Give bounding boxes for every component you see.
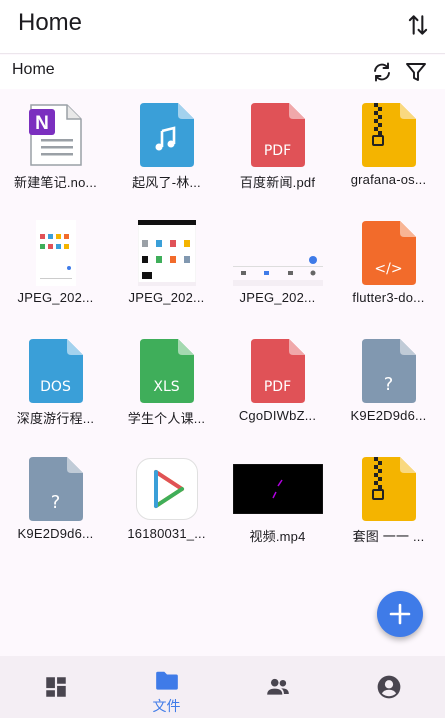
file-name: 视频.mp4 — [249, 529, 306, 544]
dashboard-icon — [46, 677, 66, 697]
file-name: JPEG_202... — [239, 290, 316, 305]
file-name: K9E2D9d6... — [350, 408, 427, 423]
file-name: 学生个人课... — [127, 411, 206, 426]
file-item[interactable]: N 新建笔记.no... — [0, 90, 111, 208]
file-item[interactable]: 套图 一一 ... — [333, 444, 444, 562]
file-item[interactable]: DOS 深度游行程... — [0, 326, 111, 444]
doc-icon: DOS — [28, 339, 83, 403]
file-name: CgoDIWbZ... — [238, 408, 317, 423]
file-grid: N 新建笔记.no... 起风了-林... PDF 百度新闻.pdf grafa… — [0, 90, 445, 650]
file-name: grafana-os... — [350, 172, 427, 187]
file-name: 深度游行程... — [16, 411, 95, 426]
screenshot-thumbnail — [35, 220, 76, 286]
sort-icon[interactable] — [405, 12, 431, 38]
pdf-icon: PDF — [250, 103, 305, 167]
filter-icon[interactable] — [404, 60, 428, 84]
file-name: K9E2D9d6... — [17, 526, 94, 541]
file-name: JPEG_202... — [17, 290, 94, 305]
screenshot-thumbnail — [137, 219, 196, 287]
file-item[interactable]: grafana-os... — [333, 90, 444, 208]
folder-icon — [156, 671, 178, 690]
nav-files[interactable]: 文件 — [111, 656, 222, 718]
file-item[interactable]: JPEG_202... — [222, 208, 333, 326]
breadcrumb[interactable]: Home — [12, 61, 55, 79]
add-icon — [389, 603, 411, 625]
file-item[interactable]: 16180031_... — [111, 444, 222, 562]
account-icon — [377, 675, 401, 699]
file-name: flutter3-do... — [352, 290, 425, 305]
bottom-navigation: 文件 — [0, 656, 445, 718]
people-icon — [267, 678, 289, 695]
nav-dashboard[interactable] — [0, 656, 111, 718]
file-name: 新建笔记.no... — [14, 175, 97, 190]
app-bar: Home — [0, 0, 445, 54]
add-button[interactable] — [377, 591, 423, 637]
file-name: 套图 一一 ... — [352, 529, 425, 544]
music-icon — [139, 103, 194, 167]
file-name: 16180031_... — [127, 526, 206, 541]
video-player-app-icon — [135, 458, 198, 520]
svg-text:N: N — [35, 113, 49, 134]
nav-account[interactable] — [333, 656, 444, 718]
file-name: 起风了-林... — [132, 175, 201, 190]
video-thumbnail — [232, 463, 323, 515]
pdf-icon: PDF — [250, 339, 305, 403]
nav-files-label: 文件 — [152, 698, 181, 714]
path-bar: Home — [0, 55, 445, 89]
refresh-icon[interactable] — [370, 60, 394, 84]
file-item[interactable]: PDF CgoDIWbZ... — [222, 326, 333, 444]
xls-icon: XLS — [139, 339, 194, 403]
code-icon: </> — [361, 221, 416, 285]
file-item[interactable]: 视频.mp4 — [222, 444, 333, 562]
nav-people[interactable] — [222, 656, 333, 718]
zip-icon — [361, 457, 416, 521]
file-name: JPEG_202... — [128, 290, 205, 305]
file-name: 百度新闻.pdf — [239, 175, 316, 190]
file-item[interactable]: 起风了-林... — [111, 90, 222, 208]
unknown-file-icon: ? — [28, 457, 83, 521]
zip-icon — [361, 103, 416, 167]
file-item[interactable]: PDF 百度新闻.pdf — [222, 90, 333, 208]
file-item[interactable]: ? K9E2D9d6... — [0, 444, 111, 562]
file-item[interactable]: JPEG_202... — [0, 208, 111, 326]
onenote-icon: N — [28, 103, 83, 167]
unknown-file-icon: ? — [361, 339, 416, 403]
file-item[interactable]: XLS 学生个人课... — [111, 326, 222, 444]
file-item[interactable]: JPEG_202... — [111, 208, 222, 326]
screenshot-thumbnail — [232, 220, 323, 286]
file-item[interactable]: ? K9E2D9d6... — [333, 326, 444, 444]
file-item[interactable]: </> flutter3-do... — [333, 208, 444, 326]
page-title: Home — [18, 9, 83, 36]
